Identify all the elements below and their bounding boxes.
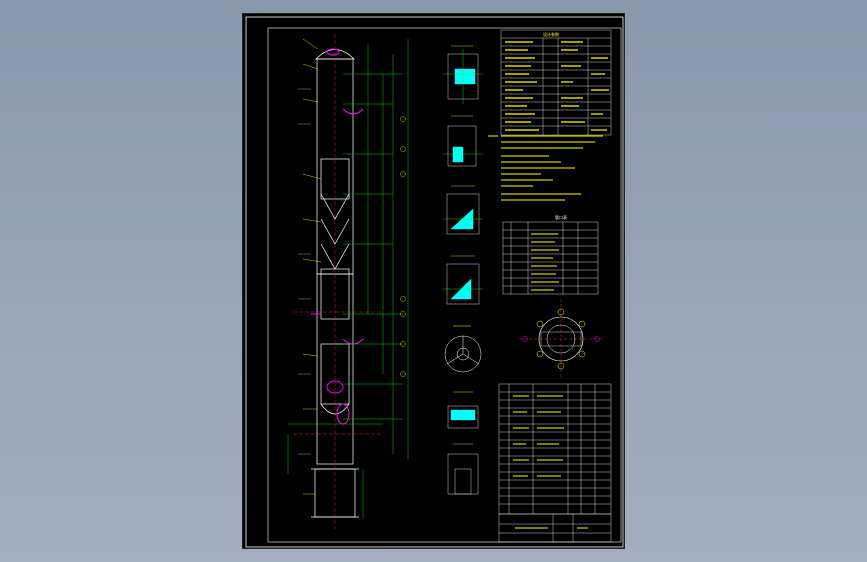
- orientation-plan: [519, 299, 603, 379]
- column-shell-lower: [316, 273, 354, 465]
- leader-callouts: [302, 38, 406, 495]
- cad-drawing: 设计参数 管口表: [245, 16, 624, 548]
- detail-view-4: [443, 255, 483, 305]
- outer-frame: [245, 16, 624, 548]
- tick-marks: [298, 88, 311, 455]
- drawing-sheet: 设计参数 管口表: [242, 13, 625, 549]
- detail-view-6: [447, 391, 479, 429]
- nozzles: [311, 48, 364, 425]
- parts-table-title: 管口表: [555, 214, 567, 220]
- centerlines: [293, 34, 383, 529]
- detail-view-3: [443, 185, 483, 235]
- detail-view-1: [443, 45, 483, 104]
- detail-view-7: [447, 443, 479, 495]
- parts-list-table: [498, 383, 612, 515]
- detail-view-5: [444, 325, 482, 373]
- technical-notes: [488, 135, 603, 201]
- design-table-title: 设计参数: [543, 31, 559, 37]
- dimension-lines: [287, 39, 409, 519]
- detail-view-2: [443, 115, 483, 167]
- detail-views: [443, 45, 483, 495]
